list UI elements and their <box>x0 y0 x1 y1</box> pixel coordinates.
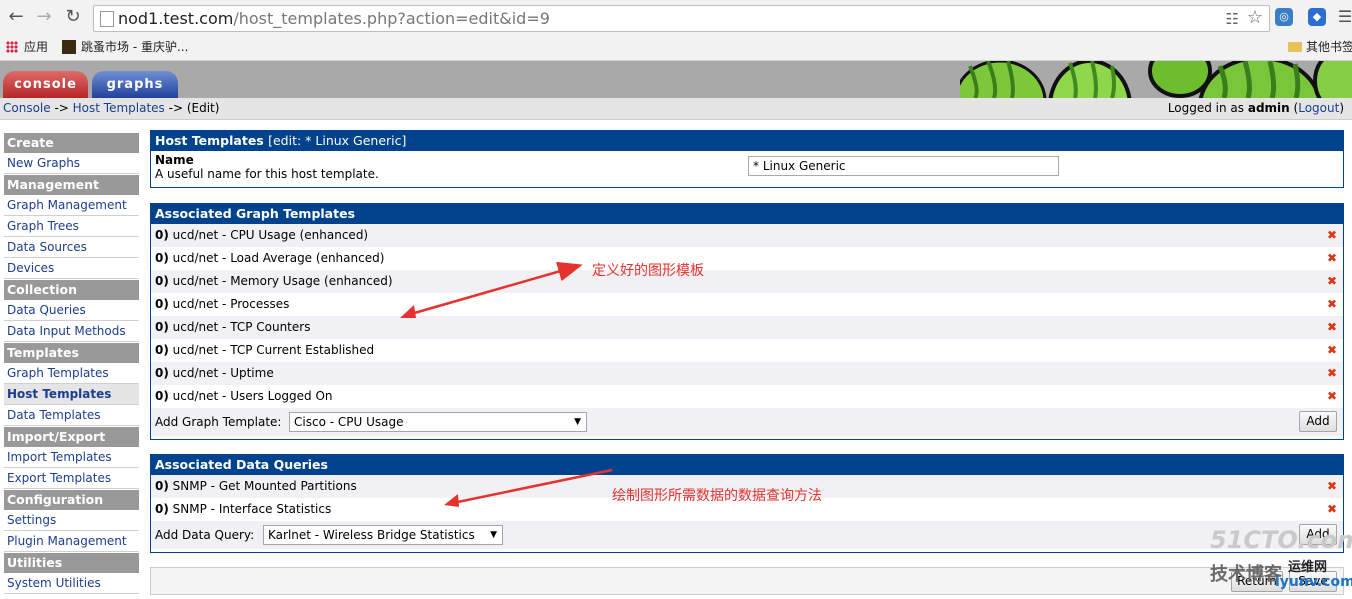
data-queries-annotation: 绘制图形所需数据的数据查询方法 <box>612 488 822 504</box>
watermark-site: 51CTO.com <box>1210 526 1352 554</box>
watermark-domain: iyunv.com <box>1275 574 1352 590</box>
annotation-arrows <box>400 261 613 507</box>
graph-templates-annotation: 定义好的图形模板 <box>592 263 704 279</box>
watermark-tag: 技术博客 <box>1210 564 1282 585</box>
watermark-blog: 运维网 <box>1288 560 1328 575</box>
